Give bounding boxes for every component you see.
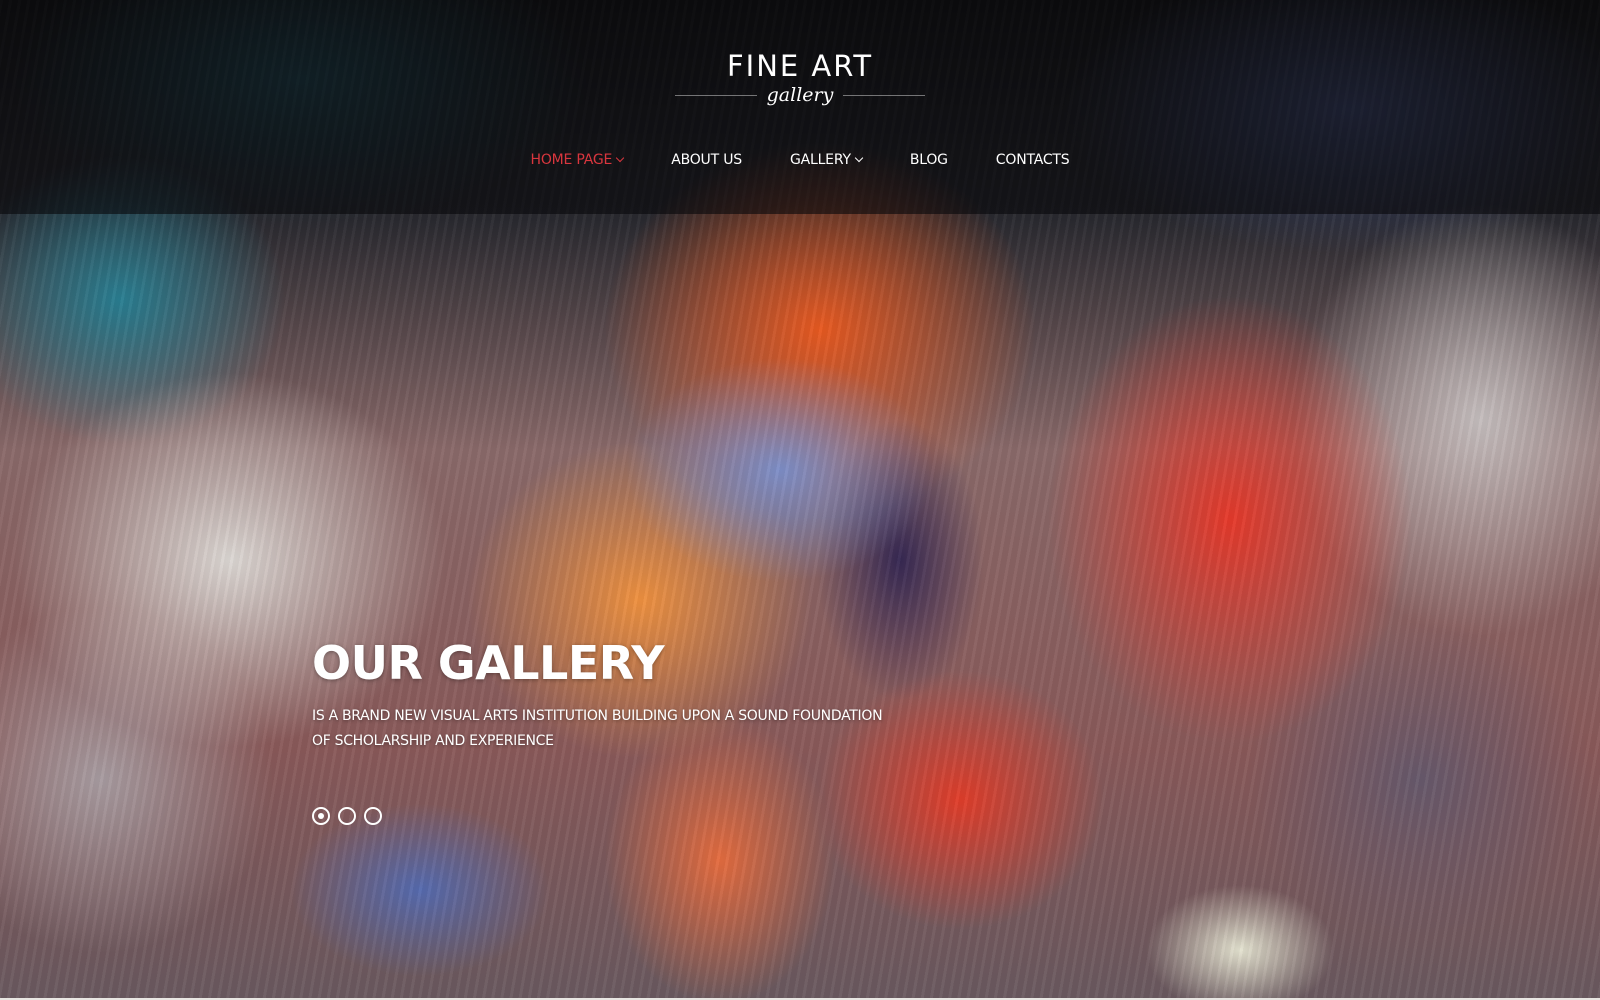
logo-subtitle-row: gallery <box>0 84 1600 106</box>
hero-caption: OUR GALLERY IS A BRAND NEW VISUAL ARTS I… <box>312 636 952 754</box>
nav-item-about-us[interactable]: ABOUT US <box>671 150 742 170</box>
nav-item-label: BLOG <box>909 152 948 168</box>
nav-item-contacts[interactable]: CONTACTS <box>996 150 1070 170</box>
hero-title: OUR GALLERY <box>312 636 665 690</box>
logo-title: FINE ART <box>726 49 874 83</box>
nav-item-label: GALLERY <box>789 152 851 168</box>
site-logo[interactable]: FINE ART gallery <box>0 50 1600 106</box>
logo-divider-left <box>674 94 757 96</box>
logo-divider-right <box>843 94 926 96</box>
nav-item-label: ABOUT US <box>671 152 742 168</box>
chevron-down-icon <box>854 153 864 163</box>
slider-dot-1[interactable] <box>312 807 330 825</box>
chevron-down-icon <box>615 153 625 163</box>
slider-dot-3[interactable] <box>364 807 382 825</box>
main-nav: HOME PAGE ABOUT US GALLERY BLOG CONTACTS <box>0 150 1600 170</box>
nav-item-gallery[interactable]: GALLERY <box>789 150 864 170</box>
hero-subtitle: IS A BRAND NEW VISUAL ARTS INSTITUTION B… <box>312 704 952 754</box>
nav-item-blog[interactable]: BLOG <box>910 150 948 170</box>
nav-item-label: CONTACTS <box>995 152 1070 168</box>
hero-subtitle-line-2: OF SCHOLARSHIP AND EXPERIENCE <box>312 733 554 749</box>
nav-item-label: HOME PAGE <box>530 152 613 168</box>
hero-subtitle-line-1: IS A BRAND NEW VISUAL ARTS INSTITUTION B… <box>312 708 883 724</box>
logo-subtitle: gallery <box>766 84 834 106</box>
site-header: FINE ART gallery HOME PAGE ABOUT US GALL… <box>0 0 1600 214</box>
slider-dot-2[interactable] <box>338 807 356 825</box>
slider-pagination <box>312 807 390 825</box>
nav-item-home-page[interactable]: HOME PAGE <box>530 150 625 170</box>
